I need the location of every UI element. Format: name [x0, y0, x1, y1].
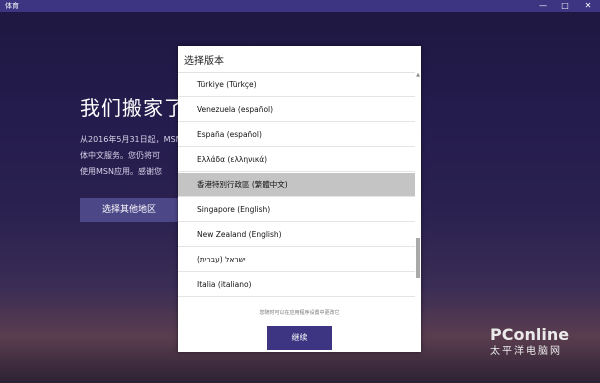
settings-note: 您随时可以在应用程序设置中更改它	[259, 310, 340, 316]
scroll-thumb[interactable]	[416, 238, 420, 278]
pconline-watermark: PConline 太平洋电脑网	[490, 325, 569, 357]
continue-button[interactable]: 继续	[267, 326, 332, 350]
background-paragraph-line: 体中文服务。您仍将可	[80, 151, 160, 160]
list-item-espana[interactable]: España (español)	[178, 123, 415, 147]
select-version-dialog: 选择版本 Türkiye (Türkçe) Venezuela (español…	[178, 46, 421, 352]
background-paragraph-line: 使用MSN应用。感谢您	[80, 167, 162, 176]
window-title: 体育	[5, 2, 19, 10]
minimize-button[interactable]: —	[533, 0, 553, 12]
maximize-button[interactable]: □	[555, 0, 575, 12]
close-button[interactable]: ✕	[578, 0, 598, 12]
background-paragraph-line: 从2016年5月31日起，MSN	[80, 135, 178, 144]
scroll-up-arrow-icon[interactable]: ▲	[415, 72, 421, 78]
list-item-israel[interactable]: ישראל (עברית)	[178, 248, 415, 272]
list-item-italia[interactable]: Italia (italiano)	[178, 273, 415, 297]
title-bar: 体育 — □ ✕	[0, 0, 600, 12]
list-item-ellada[interactable]: Ελλάδα (ελληνικά)	[178, 148, 415, 172]
list-scrollbar[interactable]: ▲	[415, 72, 421, 298]
list-item-singapore[interactable]: Singapore (English)	[178, 198, 415, 222]
list-item-new-zealand[interactable]: New Zealand (English)	[178, 223, 415, 247]
list-item-venezuela[interactable]: Venezuela (español)	[178, 98, 415, 122]
list-item-turkiye[interactable]: Türkiye (Türkçe)	[178, 73, 415, 97]
watermark-subtitle: 太平洋电脑网	[490, 346, 562, 357]
background-heading: 我们搬家了	[80, 96, 178, 120]
version-list[interactable]: Türkiye (Türkçe) Venezuela (español) Esp…	[178, 72, 415, 345]
choose-other-region-button[interactable]: 选择其他地区	[80, 198, 178, 222]
list-item-hong-kong[interactable]: 香港特別行政區 (繁體中文)	[178, 173, 415, 197]
dialog-title: 选择版本	[184, 56, 224, 67]
